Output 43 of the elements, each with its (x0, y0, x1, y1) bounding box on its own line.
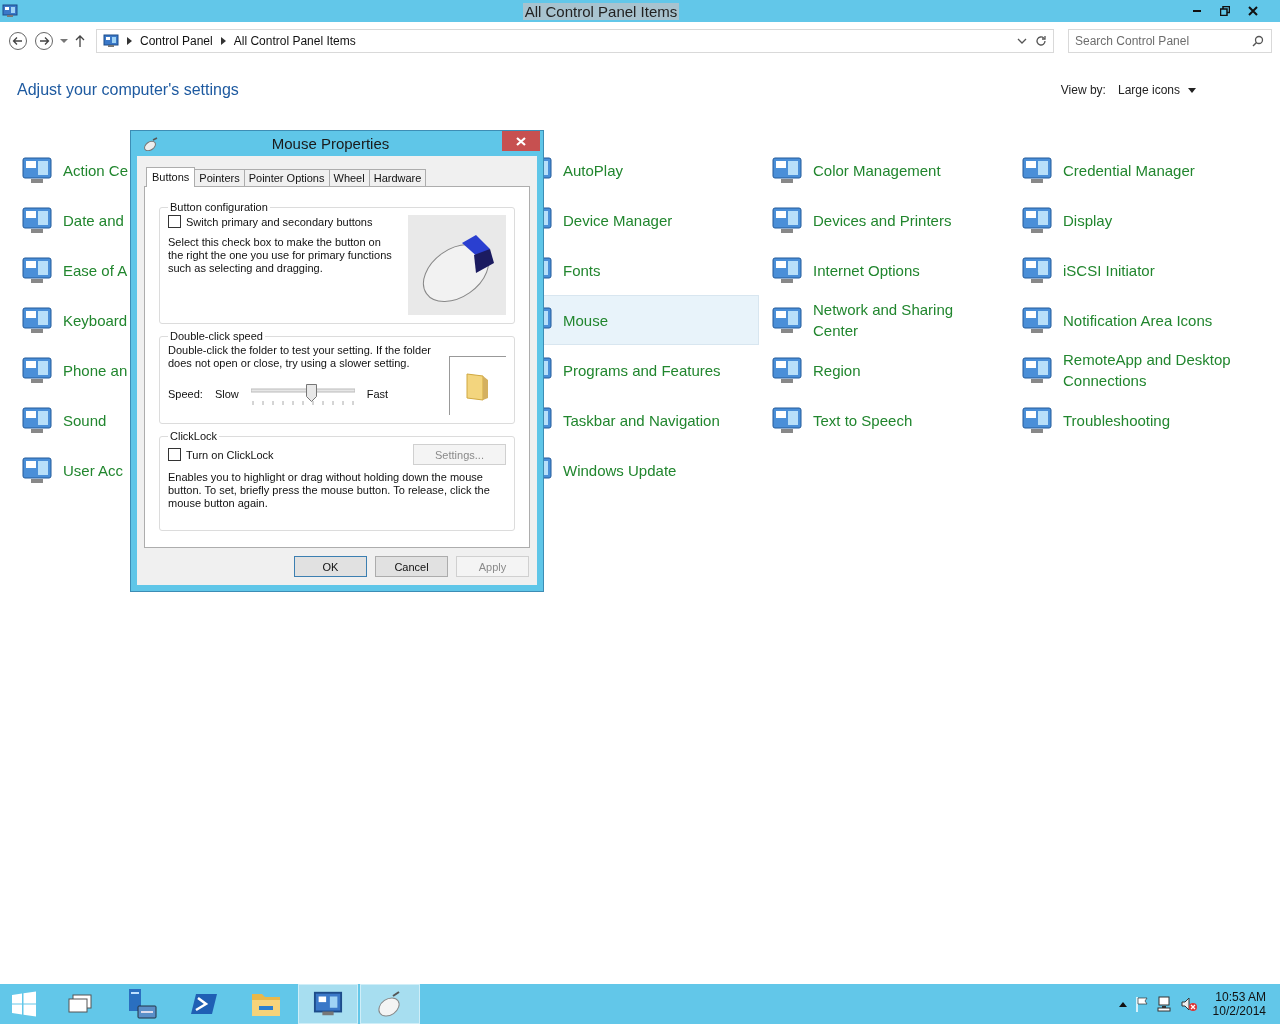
description-text: Enables you to highlight or drag without holding down the mouse button. To set, briefly press the mouse button. To release, click the mouse button again. (168, 471, 491, 511)
applet-label: Internet Options (813, 260, 920, 281)
applet-label: Mouse (563, 310, 609, 331)
applet-label: Display (1063, 210, 1113, 231)
description-text: Select this check box to make the button on the right the one you use for primary functions such as selecting and dragging. (168, 236, 393, 275)
applet-label: Network and Sharing Center (813, 300, 955, 341)
applet-label: Credential Manager (1063, 160, 1195, 181)
applet-label: Ease of A (63, 260, 128, 281)
description-text: Double-click the folder to test your setting. If the folder does not open or close, try using a slower setting. (168, 344, 432, 370)
applet-label: Notification Area Icons (1063, 310, 1213, 331)
applet-label: Devices and Printers (813, 210, 952, 231)
speed-label: Speed: (168, 388, 203, 400)
applet-label: Date and (63, 210, 124, 231)
checkbox-label: Turn on ClickLock (186, 448, 274, 461)
clock-time: 10:53 AM (1215, 990, 1266, 1004)
slow-label: Slow (214, 388, 239, 400)
applet-label: Region (813, 360, 861, 381)
view-by-label: View by: (1060, 83, 1106, 97)
applet-label: User Acc (63, 460, 123, 481)
group-label: Double-click speed (169, 330, 264, 342)
applet-label: Color Management (813, 160, 941, 181)
applet-label: Text to Speech (813, 410, 913, 431)
clock-date: 10/2/2014 (1212, 1004, 1266, 1018)
dialog-title: Mouse Properties (270, 135, 391, 152)
window-title: All Control Panel Items (522, 2, 680, 20)
page-heading: Adjust your computer's settings (17, 81, 239, 99)
applet-label: Fonts (563, 260, 601, 281)
group-label: ClickLock (169, 430, 219, 442)
applet-label: Phone an (63, 360, 128, 381)
applet-label: Troubleshooting (1063, 410, 1170, 431)
applet-label: RemoteApp and Desktop Connections (1063, 350, 1232, 391)
applet-label: iSCSI Initiator (1063, 260, 1155, 281)
applet-label: Windows Update (563, 460, 677, 481)
applet-label: Action Ce (63, 160, 129, 181)
applet-label: Keyboard (63, 310, 128, 331)
group-label: Button configuration (169, 201, 269, 213)
applet-label: Taskbar and Navigation (563, 410, 720, 431)
fast-label: Fast (366, 388, 389, 400)
applet-label: Programs and Features (563, 360, 721, 381)
checkbox-label: Switch primary and secondary buttons (186, 215, 373, 228)
applet-label: AutoPlay (563, 160, 624, 181)
applet-label: Device Manager (563, 210, 673, 231)
applet-label: Sound (63, 410, 107, 431)
